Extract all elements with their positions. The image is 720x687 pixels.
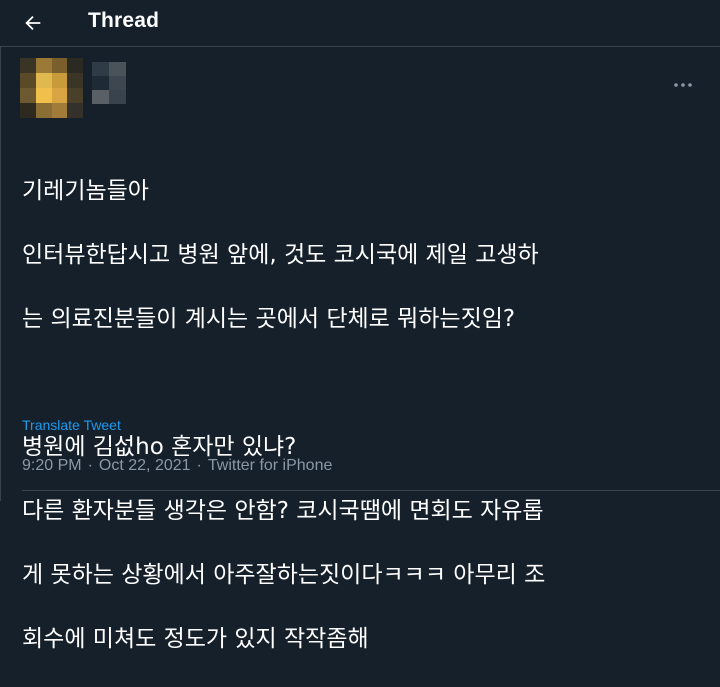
- column-border: [0, 47, 1, 501]
- avatar-pixel: [20, 88, 36, 103]
- tweet-line: 다른 환자분들 생각은 안함? 코시국땜에 면회도 자유롭: [22, 498, 544, 524]
- tweet-source[interactable]: Twitter for iPhone: [208, 457, 333, 475]
- meta-separator: ·: [87, 457, 93, 474]
- tweet-line: 인터뷰한답시고 병원 앞에, 것도 코시국에 제일 고생하: [22, 242, 539, 268]
- avatar-pixel: [20, 73, 36, 88]
- tweet-line: 기레기놈들아: [22, 178, 149, 204]
- more-horizontal-icon: [674, 83, 692, 87]
- avatar-pixel: [20, 58, 36, 73]
- divider: [22, 490, 720, 491]
- tweet-paragraph-gap: [22, 367, 702, 399]
- tweet-text: 기레기놈들아 인터뷰한답시고 병원 앞에, 것도 코시국에 제일 고생하 는 의…: [22, 143, 702, 687]
- name-pixel: [109, 62, 126, 76]
- avatar-pixel: [51, 103, 68, 118]
- tweet-time[interactable]: 9:20 PM: [22, 457, 82, 475]
- name-pixel: [92, 90, 109, 104]
- author-name-blurred[interactable]: [92, 62, 126, 104]
- name-pixel: [109, 76, 126, 90]
- avatar-pixel: [35, 73, 52, 88]
- avatar-pixel: [35, 88, 52, 103]
- tweet-line: 는 의료진분들이 계시는 곳에서 단체로 뭐하는짓임?: [22, 306, 516, 332]
- avatar-pixel: [67, 88, 83, 103]
- tweet-date[interactable]: Oct 22, 2021: [99, 457, 191, 475]
- translate-tweet-link[interactable]: Translate Tweet: [22, 417, 121, 433]
- avatar-pixel: [67, 73, 83, 88]
- name-pixel: [92, 76, 109, 90]
- avatar-pixel: [20, 103, 36, 118]
- avatar-pixel: [67, 103, 83, 118]
- name-pixel: [109, 90, 126, 104]
- avatar-pixel: [51, 73, 68, 88]
- more-button[interactable]: [668, 74, 698, 96]
- back-button[interactable]: [16, 6, 50, 40]
- arrow-left-icon: [25, 15, 41, 31]
- tweet-metadata: 9:20 PM · Oct 22, 2021 · Twitter for iPh…: [22, 457, 332, 475]
- avatar-pixel: [35, 103, 52, 118]
- meta-separator: ·: [196, 457, 202, 474]
- avatar[interactable]: [20, 58, 83, 118]
- page-title: Thread: [88, 9, 160, 32]
- thread-header: Thread: [0, 0, 720, 47]
- avatar-pixel: [51, 58, 68, 73]
- avatar-pixel: [51, 88, 68, 103]
- avatar-pixel: [35, 58, 52, 73]
- name-pixel: [92, 62, 109, 76]
- avatar-pixel: [67, 58, 83, 73]
- tweet-line: 회수에 미쳐도 정도가 있지 작작좀해: [22, 626, 369, 652]
- tweet-line: 게 못하는 상황에서 아주잘하는짓이다ㅋㅋㅋ 아무리 조: [22, 562, 546, 588]
